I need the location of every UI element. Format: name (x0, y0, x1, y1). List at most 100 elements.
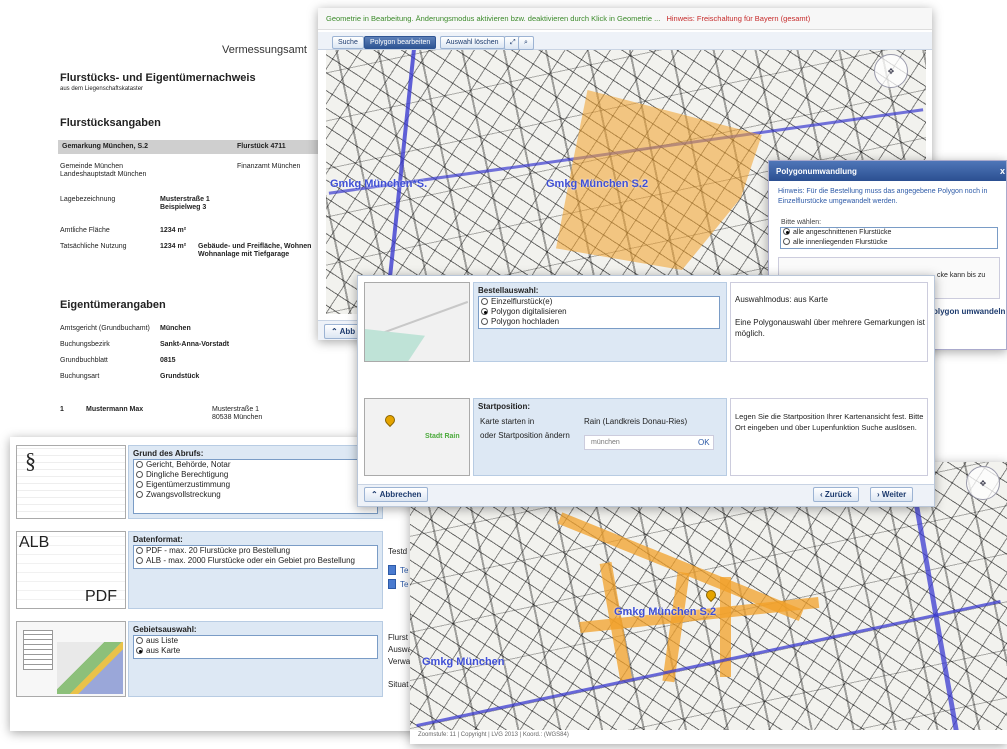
location-pin-icon[interactable] (703, 587, 719, 603)
radio-icon (136, 461, 143, 468)
gebiet-thumb-table (23, 630, 53, 670)
auswahl-loeschen-button[interactable]: Auswahl löschen (440, 36, 505, 49)
side-te-1[interactable]: Te (400, 566, 408, 575)
gemarkung-label-2: Gmkg München S.2 (546, 178, 649, 190)
chevron-right-icon: › (877, 490, 880, 499)
owner-number: 1 (60, 406, 64, 413)
nutzung-desc-2: Wohnanlage mit Tiefgarage (198, 251, 290, 258)
chevron-up-icon: ⌃ (331, 327, 338, 336)
paragraph-icon: § (25, 448, 36, 473)
radio-selected-icon (481, 308, 488, 315)
zurueck-label: Zurück (824, 490, 852, 499)
polygon-partial-text: cke kann bis zu (937, 272, 986, 279)
gebiet-option-label: aus Karte (146, 646, 181, 655)
nutzung-label: Tatsächliche Nutzung (60, 243, 127, 250)
zurueck-button[interactable]: ‹ Zurück (813, 487, 859, 502)
grund-options: Gericht, Behörde, Notar Dingliche Berech… (133, 459, 378, 514)
art-value: Grundstück (160, 373, 200, 380)
status-message: Geometrie in Bearbeitung. Änderungsmodus… (326, 14, 661, 23)
bestell-option-label: Polygon hochladen (491, 317, 560, 326)
grund-option-label: Eigentümerzustimmung (146, 480, 231, 489)
radio-selected-icon (136, 647, 143, 654)
map-navigation-control[interactable]: ✥ (874, 54, 908, 88)
datenformat-title: Datenformat: (133, 535, 183, 544)
location-pin-icon (382, 412, 398, 428)
start-panel: Startposition: Karte starten in oder Sta… (473, 398, 727, 476)
owner-address-1: Musterstraße 1 (212, 406, 260, 413)
finanzamt: Finanzamt München (237, 163, 301, 170)
grund-thumbnail: § (16, 445, 126, 519)
weiter-label: Weiter (881, 490, 907, 499)
polygon-option[interactable]: alle innenliegenden Flurstücke (781, 238, 997, 248)
datenformat-option[interactable]: ALB - max. 2000 Flurstücke oder ein Gebi… (134, 556, 377, 566)
gebiet-option[interactable]: aus Karte (134, 646, 377, 656)
alb-label: ALB (19, 534, 50, 551)
weiter-button[interactable]: › Weiter (870, 487, 914, 502)
grund-option[interactable]: Gericht, Behörde, Notar (134, 460, 377, 470)
polygon-option-label: alle angeschnittenen Flurstücke (793, 229, 892, 236)
gemarkung-label-2: Gmkg München S.2 (614, 606, 717, 618)
thumb-area (365, 329, 425, 361)
map-footer: Zoomstufe: 11 | Copyright | LVG 2013 | K… (418, 732, 569, 738)
radio-icon (136, 557, 143, 564)
grund-option[interactable]: Zwangsvollstreckung (134, 490, 377, 500)
start-ok-button[interactable]: OK (698, 438, 710, 447)
start-place: Rain (Landkreis Donau-Ries) (584, 417, 688, 426)
close-icon[interactable]: x (1000, 166, 1005, 176)
grund-option-label: Dingliche Berechtigung (146, 470, 229, 479)
radio-icon (136, 637, 143, 644)
datenformat-panel: Datenformat: PDF - max. 20 Flurstücke pr… (128, 531, 383, 609)
polygon-dialog-title: Polygonumwandlung (776, 167, 857, 176)
status-hint: Hinweis: Freischaltung für Bayern (gesam… (666, 14, 811, 23)
start-title: Startposition: (478, 402, 530, 411)
polygon-convert-button[interactable]: olygon umwandeln (933, 307, 1005, 316)
bestell-option[interactable]: Polygon digitalisieren (479, 307, 719, 317)
abbrechen-button[interactable]: ⌃ Abbrechen (364, 487, 429, 502)
file-icon (388, 565, 396, 575)
gebiet-options: aus Liste aus Karte (133, 635, 378, 659)
bestell-title: Bestellauswahl: (478, 286, 539, 295)
radio-icon (136, 491, 143, 498)
file-icon (388, 579, 396, 589)
gebiet-option[interactable]: aus Liste (134, 636, 377, 646)
bestell-panel: Bestellauswahl: Einzelflurstück(e) Polyg… (473, 282, 727, 362)
bestell-option-label: Einzelflurstück(e) (491, 297, 553, 306)
radio-selected-icon (783, 228, 790, 235)
grund-option[interactable]: Dingliche Berechtigung (134, 470, 377, 480)
radio-icon (783, 238, 790, 245)
mode-text: Auswahlmodus: aus Karte (735, 295, 828, 304)
polygon-bearbeiten-button[interactable]: Polygon bearbeiten (364, 36, 437, 49)
suche-button[interactable]: Suche (332, 36, 364, 49)
gemarkung-label-1: Gmkg München (422, 656, 505, 668)
start-line-1: Karte starten in (480, 417, 535, 426)
mode-box: Auswahlmodus: aus Karte Eine Polygonausw… (730, 282, 928, 362)
search-icon[interactable]: ⌕ (518, 36, 534, 50)
section-flurstuecksangaben: Flurstücksangaben (60, 117, 161, 129)
nutzung-desc-1: Gebäude- und Freifläche, Wohnen (198, 243, 312, 250)
lage-label: Lagebezeichnung (60, 196, 116, 203)
bestell-option[interactable]: Polygon hochladen (479, 317, 719, 327)
start-input[interactable]: münchen (584, 435, 714, 450)
bestell-option-label: Polygon digitalisieren (491, 307, 567, 316)
side-auswa: Auswa (388, 645, 413, 654)
report-title: Flurstücks- und Eigentümernachweis (60, 72, 256, 84)
abbrechen-label: Abbrechen (379, 490, 422, 499)
datenformat-thumbnail: ALB PDF (16, 531, 126, 609)
chevron-left-icon: ‹ (820, 490, 823, 499)
grund-panel: Grund des Abrufs: Gericht, Behörde, Nota… (128, 445, 383, 519)
section-eigentuemerangaben: Eigentümerangaben (60, 299, 166, 311)
datenformat-options: PDF - max. 20 Flurstücke pro Bestellung … (133, 545, 378, 569)
blatt-value: 0815 (160, 357, 176, 364)
flaeche-label: Amtliche Fläche (60, 227, 110, 234)
status-bar: Geometrie in Bearbeitung. Änderungsmodus… (318, 8, 932, 30)
datenformat-option[interactable]: PDF - max. 20 Flurstücke pro Bestellung (134, 546, 377, 556)
grund-option[interactable]: Eigentümerzustimmung (134, 480, 377, 490)
polygon-option[interactable]: alle angeschnittenen Flurstücke (781, 228, 997, 238)
bestell-option[interactable]: Einzelflurstück(e) (479, 297, 719, 307)
start-thumbnail: Stadt Rain (364, 398, 470, 476)
side-te-2[interactable]: Te (400, 580, 408, 589)
map-navigation-control[interactable]: ✥ (966, 466, 1000, 500)
radio-icon (136, 481, 143, 488)
side-testd: Testd (388, 547, 408, 556)
grund-option-label: Zwangsvollstreckung (146, 490, 221, 499)
